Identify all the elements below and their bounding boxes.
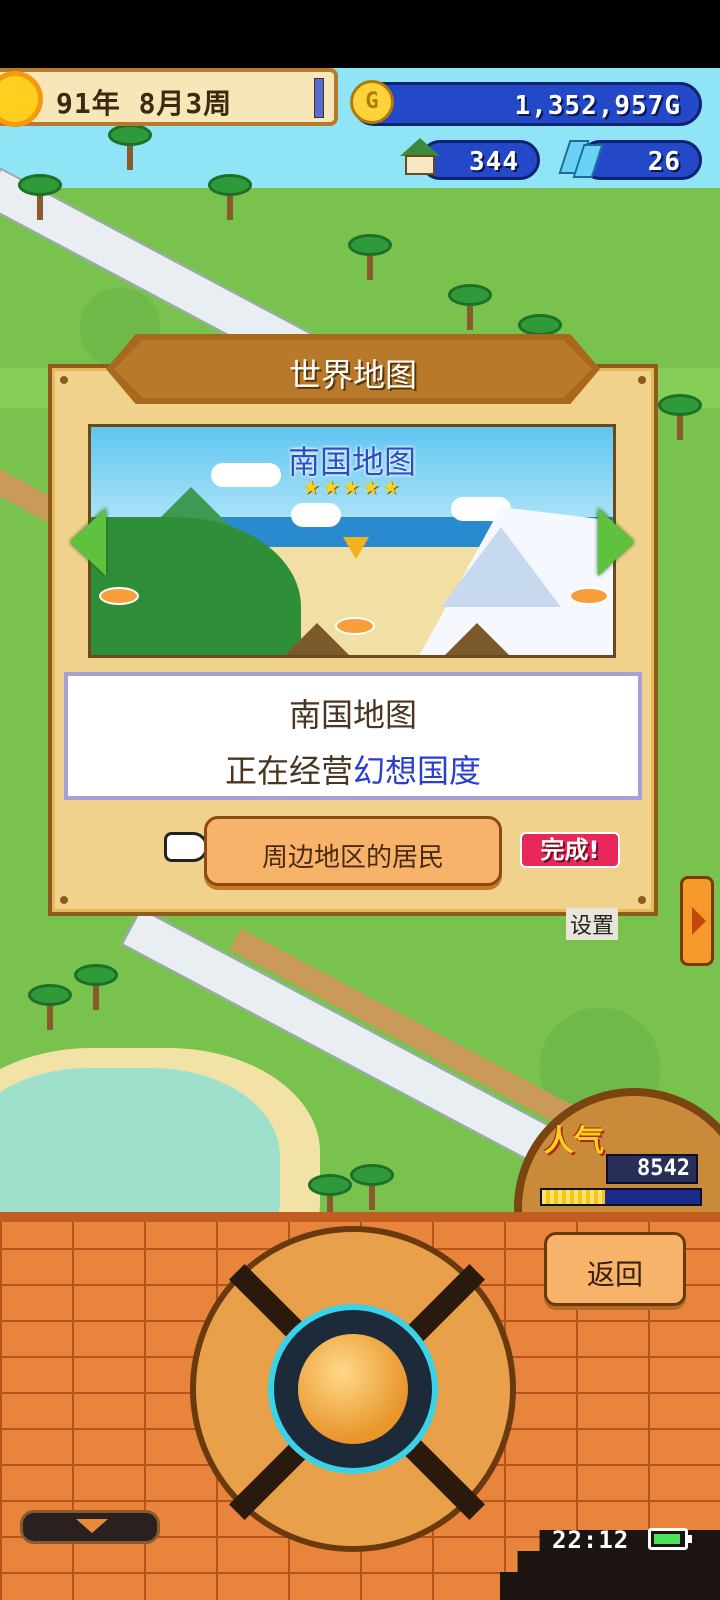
map-rating-stars: ★★★★★	[302, 475, 402, 499]
side-menu-tab[interactable]	[680, 876, 714, 966]
dialog-title: 世界地图	[288, 356, 417, 394]
date-panel: 91年 8月3周	[0, 68, 338, 126]
settings-sign[interactable]: 设置	[566, 908, 619, 940]
next-map-arrow-icon[interactable]	[598, 508, 634, 576]
control-panel-edge	[0, 1212, 720, 1222]
rivet	[638, 376, 646, 384]
kingdom-name: 幻想国度	[353, 752, 482, 790]
nearby-residents-button[interactable]: 周边地区的居民	[204, 816, 502, 886]
cloud	[291, 503, 341, 527]
back-button[interactable]: 返回	[544, 1232, 686, 1306]
dpad-center-button[interactable]	[268, 1304, 438, 1474]
house-count: 344	[469, 147, 519, 177]
map-info-box: 南国地图 正在经营幻想国度	[64, 672, 642, 800]
hill	[441, 623, 513, 655]
current-location-marker-icon	[343, 537, 369, 559]
week-progress-bar	[314, 78, 324, 118]
money-display: 1,352,957G	[352, 82, 702, 126]
back-label: 返回	[586, 1258, 643, 1291]
previous-map-arrow-icon[interactable]	[70, 508, 106, 576]
battery-icon	[648, 1528, 692, 1550]
rivet	[60, 896, 68, 904]
directional-pad[interactable]	[190, 1226, 516, 1552]
snow-peak	[441, 527, 561, 607]
popularity-bar	[540, 1188, 702, 1206]
popularity-bar-fill	[542, 1190, 606, 1204]
map-preview[interactable]: 南国地图 ★★★★★	[88, 424, 616, 658]
map-node[interactable]	[569, 587, 609, 605]
pointing-hand-icon	[164, 832, 208, 862]
rivet	[60, 376, 68, 384]
crystal-icon	[558, 136, 604, 178]
clock: 22:12	[552, 1526, 630, 1554]
menu-drawer-button[interactable]	[20, 1510, 160, 1544]
complete-badge: 完成!	[520, 832, 620, 868]
sunflower-icon	[0, 76, 38, 122]
popularity-label: 人气	[544, 1124, 604, 1159]
date-text: 91年 8月3周	[56, 87, 233, 120]
money-value: 1,352,957G	[514, 91, 681, 121]
dialog-title-banner: 世界地图	[106, 334, 600, 404]
house-icon	[400, 138, 440, 178]
rivet	[638, 896, 646, 904]
info-status: 正在经营幻想国度	[68, 746, 638, 792]
gold-coin-icon: G	[350, 80, 394, 124]
nearby-residents-label: 周边地区的居民	[261, 843, 444, 873]
info-status-prefix: 正在经营	[224, 752, 353, 790]
map-node[interactable]	[335, 617, 375, 635]
info-title: 南国地图	[288, 696, 417, 734]
map-node[interactable]	[99, 587, 139, 605]
crystal-count: 26	[647, 147, 681, 177]
popularity-value: 8542	[606, 1154, 698, 1184]
